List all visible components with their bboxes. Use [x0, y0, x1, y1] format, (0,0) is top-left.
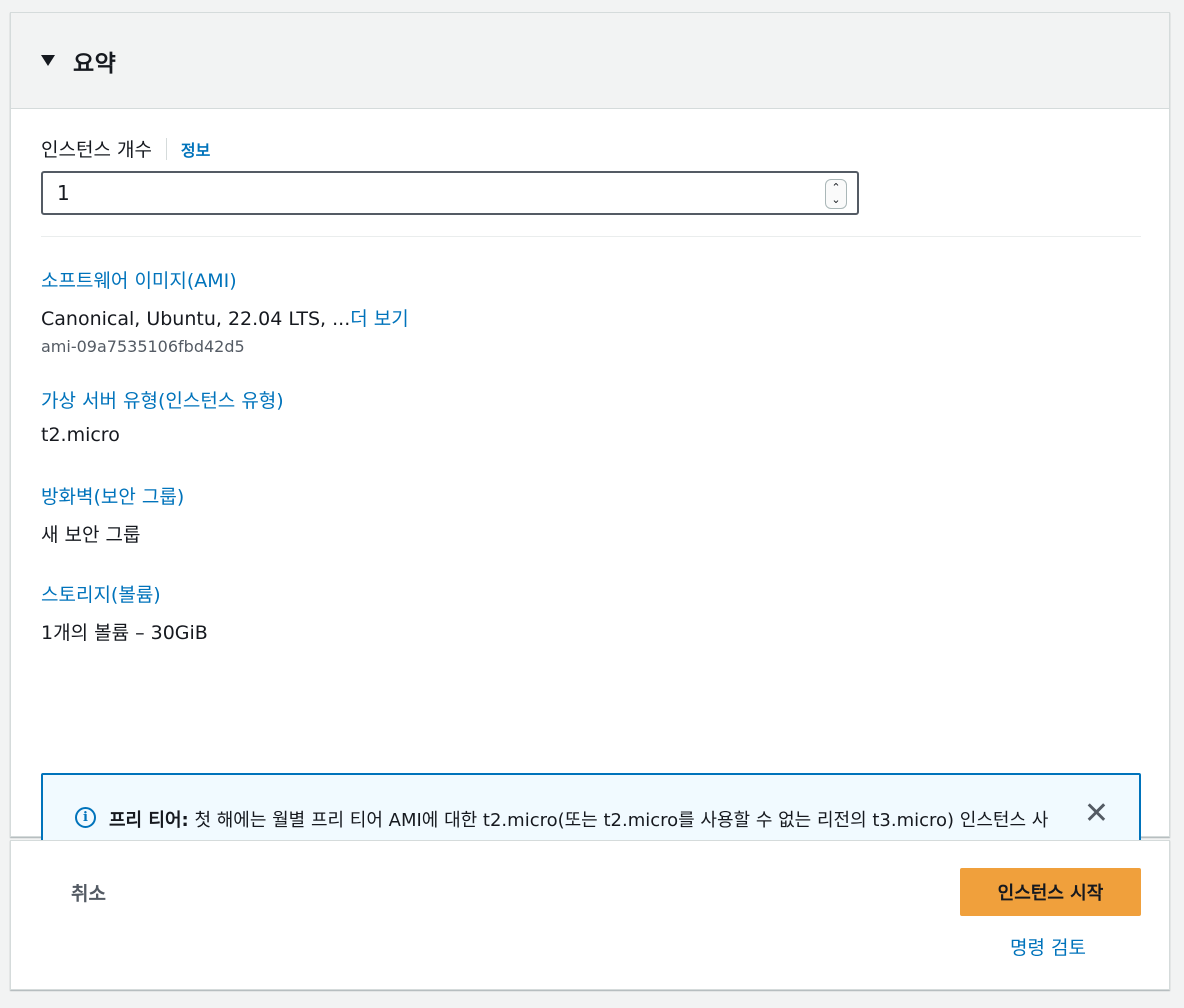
instance-count-input[interactable]	[57, 181, 797, 205]
more-link[interactable]: 더 보기	[350, 308, 408, 330]
instance-type-section: 가상 서버 유형(인스턴스 유형) t2.micro	[41, 386, 284, 446]
launch-instance-button[interactable]: 인스턴스 시작	[960, 868, 1141, 916]
ami-id: ami-09a7535106fbd42d5	[41, 337, 245, 356]
info-link[interactable]: 정보	[181, 137, 210, 161]
storage-value: 1개의 볼륨 – 30GiB	[41, 622, 208, 644]
firewall-title-link[interactable]: 방화벽(보안 그룹)	[41, 482, 184, 509]
instance-count-input-wrapper: ⌃ ⌄	[41, 171, 859, 215]
summary-header[interactable]: 요약	[11, 13, 1169, 109]
cancel-button[interactable]: 취소	[71, 879, 106, 906]
label-divider	[165, 137, 167, 160]
instance-type-value: t2.micro	[41, 424, 120, 446]
stepper-down-icon[interactable]: ⌄	[831, 194, 840, 206]
review-commands-link[interactable]: 명령 검토	[1010, 933, 1086, 960]
firewall-value: 새 보안 그룹	[41, 524, 141, 546]
instance-count-label-row: 인스턴스 개수 정보	[41, 135, 210, 162]
ami-value: Canonical, Ubuntu, 22.04 LTS, ...더 보기	[41, 304, 409, 331]
caret-down-icon[interactable]	[41, 55, 55, 66]
firewall-section: 방화벽(보안 그룹) 새 보안 그룹	[41, 482, 184, 547]
panel-title: 요약	[73, 50, 117, 77]
ami-name: Canonical, Ubuntu, 22.04 LTS, ...	[41, 308, 351, 330]
action-footer: 취소 인스턴스 시작 명령 검토	[10, 840, 1170, 990]
storage-section: 스토리지(볼륨) 1개의 볼륨 – 30GiB	[41, 580, 208, 645]
number-stepper[interactable]: ⌃ ⌄	[825, 179, 847, 209]
ami-section: 소프트웨어 이미지(AMI) Canonical, Ubuntu, 22.04 …	[41, 266, 409, 356]
divider	[41, 236, 1141, 237]
ami-title-link[interactable]: 소프트웨어 이미지(AMI)	[41, 266, 409, 293]
summary-panel: 요약 인스턴스 개수 정보 ⌃ ⌄ 소프트웨어 이미지(AMI) Canonic…	[10, 12, 1170, 903]
close-icon[interactable]: ✕	[1084, 799, 1109, 829]
storage-title-link[interactable]: 스토리지(볼륨)	[41, 580, 208, 607]
info-icon: i	[75, 807, 96, 828]
alert-heading: 프리 티어:	[109, 810, 189, 831]
instance-count-label: 인스턴스 개수	[41, 139, 152, 161]
instance-type-title-link[interactable]: 가상 서버 유형(인스턴스 유형)	[41, 386, 284, 413]
